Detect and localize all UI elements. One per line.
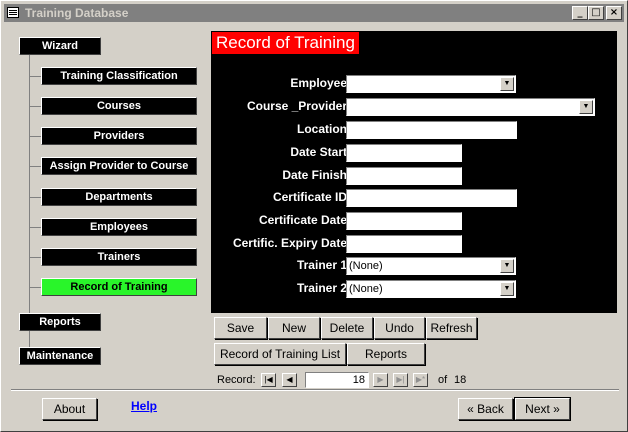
title-bar[interactable]: Training Database _ □ × (4, 4, 624, 22)
nav-record-of-training[interactable]: Record of Training (41, 278, 197, 296)
expiry-date-label: Certific. Expiry Date: (232, 236, 351, 250)
wizard-button[interactable]: Wizard (19, 37, 101, 55)
date-finish-input[interactable] (346, 167, 462, 185)
date-start-label: Date Start: (290, 145, 351, 159)
nav-training-classification[interactable]: Training Classification (41, 67, 197, 85)
new-record-icon[interactable]: ▶* (413, 373, 428, 387)
date-finish-label: Date Finish: (282, 168, 351, 182)
employee-combo[interactable]: ▼ (346, 75, 516, 93)
location-input[interactable] (346, 121, 517, 139)
previous-record-icon[interactable]: ◀ (282, 373, 297, 387)
trainer1-label: Trainer 1: (296, 258, 351, 272)
trainer2-combo[interactable]: (None) ▼ (346, 280, 516, 298)
back-button[interactable]: « Back (458, 398, 513, 420)
save-button[interactable]: Save (214, 317, 267, 339)
dropdown-arrow-icon[interactable]: ▼ (500, 259, 514, 273)
certificate-date-input[interactable] (346, 212, 462, 230)
tree-branch (29, 257, 41, 258)
new-button[interactable]: New (268, 317, 320, 339)
nav-providers[interactable]: Providers (41, 127, 197, 145)
application-window: Training Database _ □ × Wizard Training … (0, 0, 628, 432)
dropdown-arrow-icon[interactable]: ▼ (500, 77, 514, 91)
certificate-id-input[interactable] (346, 189, 517, 207)
tree-branch (29, 197, 41, 198)
tree-branch (29, 76, 41, 77)
dropdown-arrow-icon[interactable]: ▼ (500, 282, 514, 296)
refresh-button[interactable]: Refresh (426, 317, 477, 339)
course-provider-combo[interactable]: ▼ (346, 98, 595, 116)
next-button[interactable]: Next » (514, 397, 571, 421)
record-number-input[interactable]: 18 (305, 372, 369, 388)
dropdown-arrow-icon[interactable]: ▼ (579, 100, 593, 114)
expiry-date-input[interactable] (346, 235, 462, 253)
record-form-panel: Record of Training Employee: ▼ Course _P… (211, 31, 617, 313)
nav-courses[interactable]: Courses (41, 97, 197, 115)
course-provider-label: Course _Provider: (246, 99, 351, 113)
first-record-icon[interactable]: |◀ (261, 373, 276, 387)
about-button[interactable]: About (42, 398, 97, 420)
nav-trainers[interactable]: Trainers (41, 248, 197, 266)
reports-nav-button[interactable]: Reports (19, 313, 101, 331)
tree-connector (29, 329, 30, 349)
undo-button[interactable]: Undo (374, 317, 425, 339)
tree-branch (29, 287, 41, 288)
record-label: Record: (217, 374, 256, 386)
tree-branch (29, 227, 41, 228)
nav-assign-provider[interactable]: Assign Provider to Course (41, 157, 197, 175)
tree-branch (29, 136, 41, 137)
employee-label: Employee: (290, 76, 351, 90)
close-button[interactable]: × (606, 6, 622, 20)
location-label: Location: (297, 122, 351, 136)
maintenance-nav-button[interactable]: Maintenance (19, 347, 101, 365)
form-icon (7, 7, 19, 18)
last-record-icon[interactable]: ▶| (393, 373, 408, 387)
of-label: of (438, 374, 448, 386)
certificate-date-label: Certificate Date: (258, 213, 351, 227)
record-list-button[interactable]: Record of Training List (214, 343, 346, 365)
total-records: 18 (454, 374, 467, 386)
trainer2-value: (None) (349, 283, 383, 295)
tree-branch (29, 166, 41, 167)
maximize-button[interactable]: □ (588, 6, 604, 20)
next-record-icon[interactable]: ▶ (373, 373, 388, 387)
delete-button[interactable]: Delete (321, 317, 373, 339)
tree-branch (29, 106, 41, 107)
certificate-id-label: Certificate ID: (272, 190, 351, 204)
minimize-button[interactable]: _ (572, 6, 588, 20)
window-title: Training Database (25, 6, 129, 20)
footer-divider (11, 389, 619, 391)
trainer1-value: (None) (349, 260, 383, 272)
nav-employees[interactable]: Employees (41, 218, 197, 236)
date-start-input[interactable] (346, 144, 462, 162)
nav-departments[interactable]: Departments (41, 188, 197, 206)
reports-button[interactable]: Reports (347, 343, 425, 365)
trainer2-label: Trainer 2: (296, 281, 351, 295)
trainer1-combo[interactable]: (None) ▼ (346, 257, 516, 275)
form-title: Record of Training (212, 32, 359, 54)
help-link[interactable]: Help (131, 399, 157, 413)
tree-connector (29, 54, 30, 320)
